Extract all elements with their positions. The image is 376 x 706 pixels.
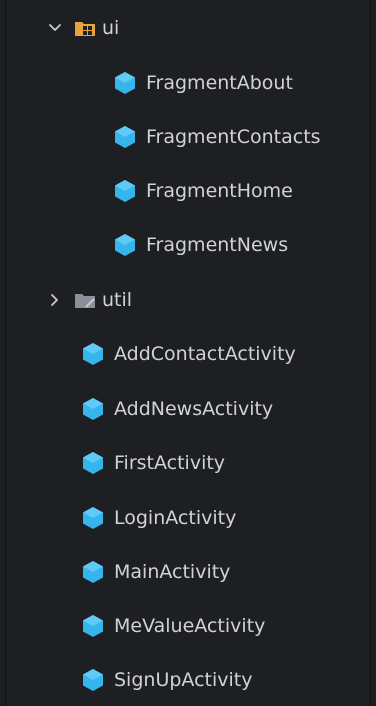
tree-item-fragment-home[interactable]: FragmentHome <box>114 171 293 211</box>
class-icon <box>83 561 103 583</box>
class-icon <box>83 398 103 420</box>
class-icon <box>83 343 103 365</box>
tree-item-fragment-contacts[interactable]: FragmentContacts <box>114 117 321 157</box>
tree-item-first-activity[interactable]: FirstActivity <box>82 443 225 483</box>
tree-item-label: AddNewsActivity <box>114 398 274 420</box>
tree-folder-label: util <box>102 289 133 311</box>
class-icon <box>115 180 135 202</box>
project-tree-panel: ui FragmentAbout FragmentContacts Fragme… <box>5 0 371 706</box>
tree-item-label: FragmentNews <box>146 234 289 256</box>
class-icon <box>83 615 103 637</box>
tree-item-label: FirstActivity <box>114 452 226 474</box>
tree-item-label: LoginActivity <box>114 507 237 529</box>
tree-item-fragment-news[interactable]: FragmentNews <box>114 225 288 265</box>
tree-item-label: FragmentHome <box>146 180 293 202</box>
chevron-right-icon[interactable] <box>48 293 62 307</box>
tree-item-label: FragmentAbout <box>146 72 293 94</box>
class-icon <box>83 507 103 529</box>
class-icon <box>115 234 135 256</box>
class-icon <box>83 669 103 691</box>
tree-item-label: MeValueActivity <box>114 615 266 637</box>
tree-folder-label: ui <box>102 17 120 39</box>
class-icon <box>83 452 103 474</box>
package-folder-icon <box>75 22 95 36</box>
tree-item-me-value-activity[interactable]: MeValueActivity <box>82 606 265 646</box>
tree-item-main-activity[interactable]: MainActivity <box>82 552 230 592</box>
folder-icon <box>75 294 95 308</box>
chevron-down-icon[interactable] <box>48 21 62 35</box>
tree-item-label: FragmentContacts <box>146 126 321 148</box>
tree-folder-util[interactable]: util <box>48 280 132 320</box>
tree-item-login-activity[interactable]: LoginActivity <box>82 498 236 538</box>
tree-item-label: AddContactActivity <box>114 343 296 365</box>
tree-item-add-contact-activity[interactable]: AddContactActivity <box>82 334 296 374</box>
tree-folder-ui[interactable]: ui <box>48 8 119 48</box>
class-icon <box>115 126 135 148</box>
tree-item-label: SignUpActivity <box>114 669 253 691</box>
tree-item-label: MainActivity <box>114 561 231 583</box>
tree-item-fragment-about[interactable]: FragmentAbout <box>114 63 293 103</box>
class-icon <box>115 72 135 94</box>
tree-item-add-news-activity[interactable]: AddNewsActivity <box>82 389 273 429</box>
tree-item-sign-up-activity[interactable]: SignUpActivity <box>82 660 252 700</box>
